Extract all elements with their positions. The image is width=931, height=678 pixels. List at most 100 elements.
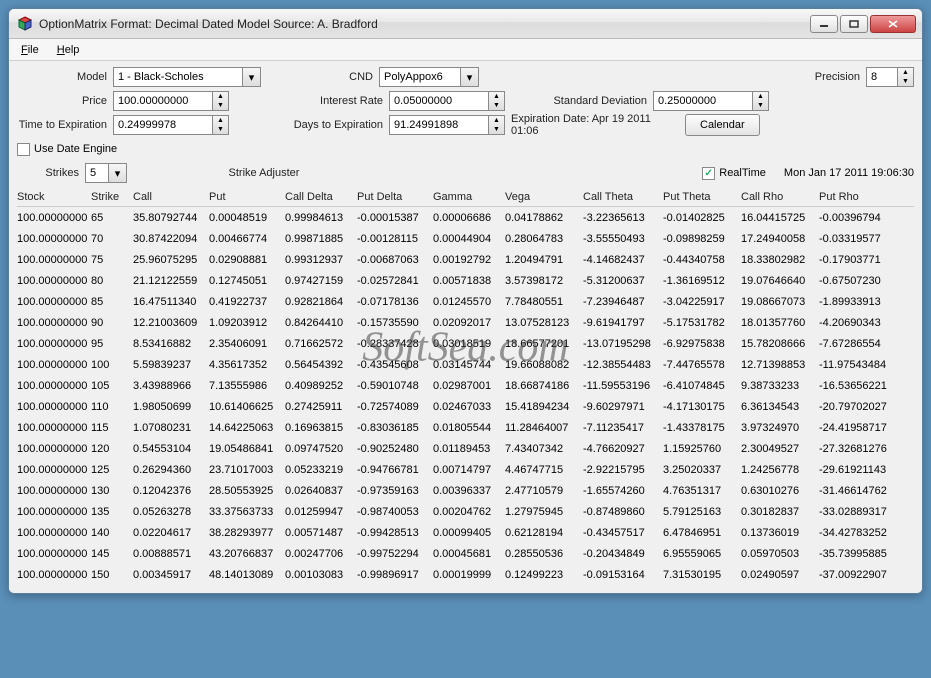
precision-spinner[interactable]: ▲▼ (866, 67, 914, 87)
cell: -0.90252480 (357, 443, 433, 455)
cell: 0.02467033 (433, 401, 505, 413)
cell: -0.00015387 (357, 212, 433, 224)
table-row[interactable]: 100.000000001350.0526327833.375637330.01… (17, 501, 914, 522)
table-row[interactable]: 100.000000001200.5455310419.054868410.09… (17, 438, 914, 459)
table-row[interactable]: 100.000000001450.0088857143.207668370.00… (17, 543, 914, 564)
strikes-combo[interactable]: ▾ (85, 163, 127, 183)
time-exp-input[interactable] (113, 115, 213, 135)
std-dev-input[interactable] (653, 91, 753, 111)
precision-input[interactable] (866, 67, 898, 87)
cell: 19.08667073 (741, 296, 819, 308)
table-row[interactable]: 100.000000007030.874220940.004667740.998… (17, 228, 914, 249)
cell: 33.37563733 (209, 506, 285, 518)
cnd-input[interactable] (379, 67, 461, 87)
close-button[interactable] (870, 15, 916, 33)
cell: 1.27975945 (505, 506, 583, 518)
cell: -0.97359163 (357, 485, 433, 497)
spin-down-icon[interactable]: ▼ (902, 77, 909, 86)
cell: -3.22365613 (583, 212, 663, 224)
cell: 0.02987001 (433, 380, 505, 392)
calendar-button[interactable]: Calendar (685, 114, 760, 136)
use-date-engine-label: Use Date Engine (34, 143, 117, 155)
table-row[interactable]: 100.000000006535.807927440.000485190.999… (17, 207, 914, 228)
maximize-button[interactable] (840, 15, 868, 33)
cell: 6.47846951 (663, 527, 741, 539)
table-row[interactable]: 100.000000001400.0220461738.282939770.00… (17, 522, 914, 543)
cell: 0.28550536 (505, 548, 583, 560)
cell: 2.47710579 (505, 485, 583, 497)
cell: 135 (91, 506, 133, 518)
days-exp-spinner[interactable]: ▲▼ (389, 115, 505, 135)
col-header[interactable]: Vega (505, 191, 583, 203)
cell: -0.00128115 (357, 233, 433, 245)
cell: 0.41922737 (209, 296, 285, 308)
interest-rate-input[interactable] (389, 91, 489, 111)
cell: -0.20434849 (583, 548, 663, 560)
model-label: Model (17, 71, 113, 83)
model-combo[interactable]: ▾ (113, 67, 261, 87)
minimize-button[interactable] (810, 15, 838, 33)
cell: 17.24940058 (741, 233, 819, 245)
cell: -33.02889317 (819, 506, 897, 518)
use-date-engine-checkbox[interactable] (17, 143, 30, 156)
cell: -0.09153164 (583, 569, 663, 581)
model-input[interactable] (113, 67, 243, 87)
cell: 125 (91, 464, 133, 476)
chevron-down-icon[interactable]: ▾ (243, 67, 261, 87)
price-spinner[interactable]: ▲▼ (113, 91, 229, 111)
time-exp-spinner[interactable]: ▲▼ (113, 115, 229, 135)
col-header[interactable]: Call Rho (741, 191, 819, 203)
cell: 2.30049527 (741, 443, 819, 455)
cell: -7.23946487 (583, 296, 663, 308)
cell: -7.11235417 (583, 422, 663, 434)
table-row[interactable]: 100.000000001005.598392374.356173520.564… (17, 354, 914, 375)
col-header[interactable]: Call (133, 191, 209, 203)
cell: 3.97324970 (741, 422, 819, 434)
table-row[interactable]: 100.000000001151.0708023114.642250630.16… (17, 417, 914, 438)
cnd-label: CND (261, 71, 379, 83)
table-row[interactable]: 100.000000001500.0034591748.140130890.00… (17, 564, 914, 585)
col-header[interactable]: Gamma (433, 191, 505, 203)
col-header[interactable]: Call Theta (583, 191, 663, 203)
cell: 48.14013089 (209, 569, 285, 581)
table-row[interactable]: 100.000000001053.439889667.135559860.409… (17, 375, 914, 396)
cnd-combo[interactable]: ▾ (379, 67, 479, 87)
col-header[interactable]: Put Rho (819, 191, 897, 203)
cell: 4.76351317 (663, 485, 741, 497)
col-header[interactable]: Call Delta (285, 191, 357, 203)
table-row[interactable]: 100.00000000958.534168822.354060910.7166… (17, 333, 914, 354)
table-row[interactable]: 100.000000008021.121225590.127450510.974… (17, 270, 914, 291)
cell: 0.30182837 (741, 506, 819, 518)
menu-file[interactable]: File (13, 42, 47, 58)
col-header[interactable]: Put (209, 191, 285, 203)
price-input[interactable] (113, 91, 213, 111)
cell: -1.43378175 (663, 422, 741, 434)
table-row[interactable]: 100.000000008516.475113400.419227370.928… (17, 291, 914, 312)
interest-rate-spinner[interactable]: ▲▼ (389, 91, 505, 111)
table-row[interactable]: 100.000000009012.210036091.092039120.842… (17, 312, 914, 333)
cell: 0.09747520 (285, 443, 357, 455)
spin-up-icon[interactable]: ▲ (902, 68, 909, 77)
cell: -35.73995885 (819, 548, 897, 560)
table-row[interactable]: 100.000000001250.2629436023.710170030.05… (17, 459, 914, 480)
days-exp-input[interactable] (389, 115, 489, 135)
cell: 11.28464007 (505, 422, 583, 434)
col-header[interactable]: Strike (91, 191, 133, 203)
table-row[interactable]: 100.000000001101.9805069910.614066250.27… (17, 396, 914, 417)
cell: 0.00103083 (285, 569, 357, 581)
col-header[interactable]: Stock (17, 191, 91, 203)
strikes-input[interactable] (85, 163, 109, 183)
col-header[interactable]: Put Theta (663, 191, 741, 203)
table-row[interactable]: 100.000000001300.1204237628.505539250.02… (17, 480, 914, 501)
menu-help[interactable]: Help (49, 42, 88, 58)
cell: -0.15735590 (357, 317, 433, 329)
chevron-down-icon[interactable]: ▾ (461, 67, 479, 87)
col-header[interactable]: Put Delta (357, 191, 433, 203)
cell: 0.05263278 (133, 506, 209, 518)
precision-label: Precision (815, 71, 866, 83)
realtime-checkbox[interactable] (702, 167, 715, 180)
std-dev-spinner[interactable]: ▲▼ (653, 91, 769, 111)
chevron-down-icon[interactable]: ▾ (109, 163, 127, 183)
cell: -13.07195298 (583, 338, 663, 350)
table-row[interactable]: 100.000000007525.960752950.029088810.993… (17, 249, 914, 270)
